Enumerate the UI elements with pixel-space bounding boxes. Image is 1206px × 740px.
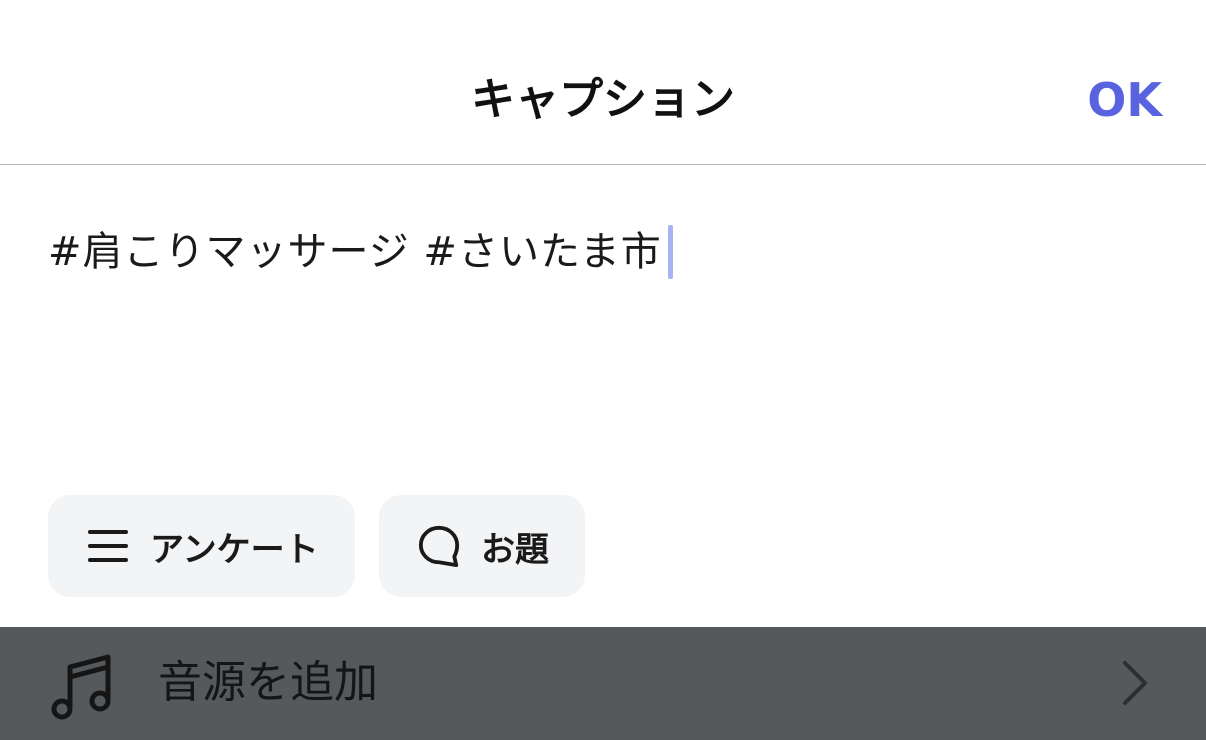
poll-button[interactable]: アンケート: [48, 495, 355, 597]
topic-label: お題: [481, 529, 549, 570]
add-music-bar[interactable]: 音源を追加: [0, 627, 1206, 740]
caption-text: #肩こりマッサージ #さいたま市: [48, 229, 662, 275]
chevron-right-icon: [1120, 659, 1150, 707]
poll-label: アンケート: [150, 529, 319, 570]
ok-button[interactable]: OK: [1087, 70, 1162, 130]
list-icon: [86, 524, 130, 568]
chip-row: アンケート お題: [48, 495, 585, 597]
caption-input[interactable]: #肩こりマッサージ #さいたま市: [48, 222, 1158, 282]
topic-button[interactable]: お題: [379, 495, 585, 597]
add-music-label: 音源を追加: [158, 657, 378, 708]
speech-bubble-icon: [417, 524, 461, 568]
music-note-icon: [50, 653, 114, 721]
header-bar: キャプション OK: [0, 0, 1206, 165]
caption-editor-screen: キャプション OK #肩こりマッサージ #さいたま市 アンケート お題 音源を追…: [0, 0, 1206, 740]
text-cursor: [667, 225, 673, 279]
page-title: キャプション: [471, 74, 735, 125]
